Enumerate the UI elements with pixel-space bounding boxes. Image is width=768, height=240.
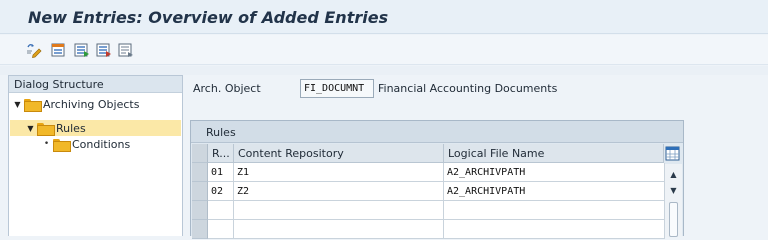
row-selector[interactable] [192,163,208,182]
scroll-down-icon[interactable]: ▼ [665,185,682,197]
table-cell-logical-file-name[interactable]: A2_ARCHIVPATH [444,163,665,182]
row-selector[interactable] [192,220,208,239]
table-cell-content-repository[interactable] [234,201,444,220]
folder-icon [24,98,42,112]
column-header-logical-file-name[interactable]: Logical File Name [444,144,664,163]
select-all-icon[interactable] [51,42,67,58]
application-toolbar [0,35,768,65]
tree-node-label: Conditions [72,137,131,151]
rules-table: Rules R... Content Repository Logical Fi… [190,120,684,239]
table-cell-logical-file-name[interactable]: A2_ARCHIVPATH [444,182,665,201]
rules-table-title: Rules [191,121,683,143]
select-all-rows-button[interactable] [192,144,208,163]
scrollbar-thumb[interactable] [669,202,678,237]
scroll-up-icon[interactable]: ▲ [665,169,682,181]
table-cell-rule[interactable] [208,220,234,239]
dialog-structure-panel: Dialog Structure ▼ Archiving Objects ▼ R… [8,75,183,236]
row-selector[interactable] [192,201,208,220]
toolbar-separator [0,66,768,75]
tree-node-label: Archiving Objects [43,97,140,111]
vertical-scrollbar[interactable]: ▲ ▼ [665,164,682,237]
select-block-icon[interactable] [74,42,90,58]
table-cell-content-repository[interactable]: Z1 [234,163,444,182]
expand-arrow-icon[interactable]: ▼ [13,100,22,109]
copy-entry-icon[interactable] [118,42,134,58]
column-header-content-repository[interactable]: Content Repository [234,144,444,163]
tree-node-rules[interactable]: ▼ Rules [26,120,86,136]
tree-node-archiving-objects[interactable]: ▼ Archiving Objects [13,96,139,112]
folder-icon [53,138,71,152]
deselect-all-icon[interactable] [96,42,112,58]
table-cell-logical-file-name[interactable] [444,220,665,239]
table-settings-icon[interactable] [665,146,680,161]
title-bar: New Entries: Overview of Added Entries [0,0,768,34]
table-cell-rule[interactable]: 01 [208,163,234,182]
table-cell-logical-file-name[interactable] [444,201,665,220]
tree-node-conditions[interactable]: • Conditions [42,136,130,152]
page-title: New Entries: Overview of Added Entries [28,8,389,27]
table-cell-content-repository[interactable] [234,220,444,239]
bullet-icon: • [43,139,50,149]
table-cell-rule[interactable] [208,201,234,220]
arch-object-field[interactable]: FI_DOCUMNT [300,79,374,98]
table-cell-content-repository[interactable]: Z2 [234,182,444,201]
arch-object-description: Financial Accounting Documents [378,82,558,95]
expand-arrow-icon[interactable]: ▼ [26,124,35,133]
open-folder-icon [37,122,55,136]
table-cell-rule[interactable]: 02 [208,182,234,201]
row-selector[interactable] [192,182,208,201]
display-change-icon[interactable] [26,42,42,58]
tree-node-label: Rules [56,121,86,135]
arch-object-label: Arch. Object [193,82,261,95]
column-header-rule[interactable]: R... [208,144,234,163]
dialog-structure-header: Dialog Structure [9,76,182,93]
